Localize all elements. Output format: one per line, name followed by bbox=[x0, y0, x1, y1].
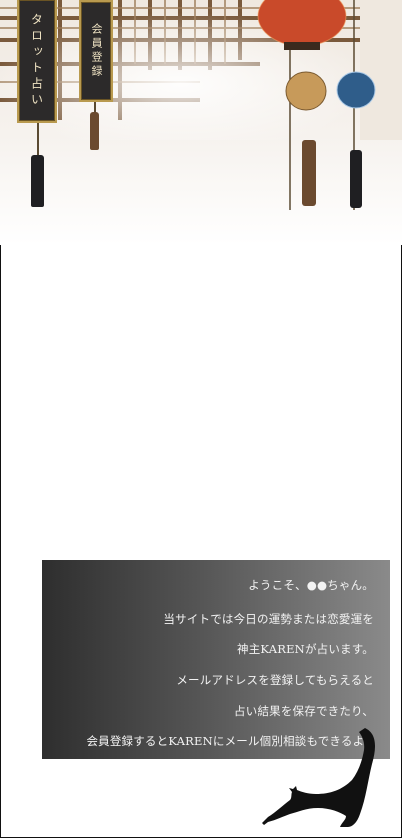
welcome-line: 当サイトでは今日の運勢または恋愛運を bbox=[163, 612, 374, 626]
member-registration-link[interactable]: 会員登録 bbox=[79, 0, 113, 102]
cat-silhouette bbox=[262, 728, 376, 827]
welcome-line: メールアドレスを登録してもらえると bbox=[176, 673, 374, 687]
tarot-sign-tassel bbox=[31, 155, 44, 207]
member-registration-label: 会員登録 bbox=[90, 23, 103, 79]
welcome-greeting: ようこそ、●●ちゃん。 bbox=[248, 578, 374, 592]
tarot-sign-cord bbox=[37, 118, 39, 158]
header-illustration: タロット占い 会員登録 bbox=[0, 0, 402, 245]
welcome-line: 神主KARENが占います。 bbox=[237, 642, 374, 656]
member-sign-tassel bbox=[90, 112, 99, 150]
tarot-reading-label: タロット占い bbox=[29, 12, 44, 109]
welcome-line: 占い結果を保存できたり、 bbox=[234, 704, 374, 718]
lanterns bbox=[257, 0, 376, 210]
tarot-reading-link[interactable]: タロット占い bbox=[17, 0, 57, 123]
